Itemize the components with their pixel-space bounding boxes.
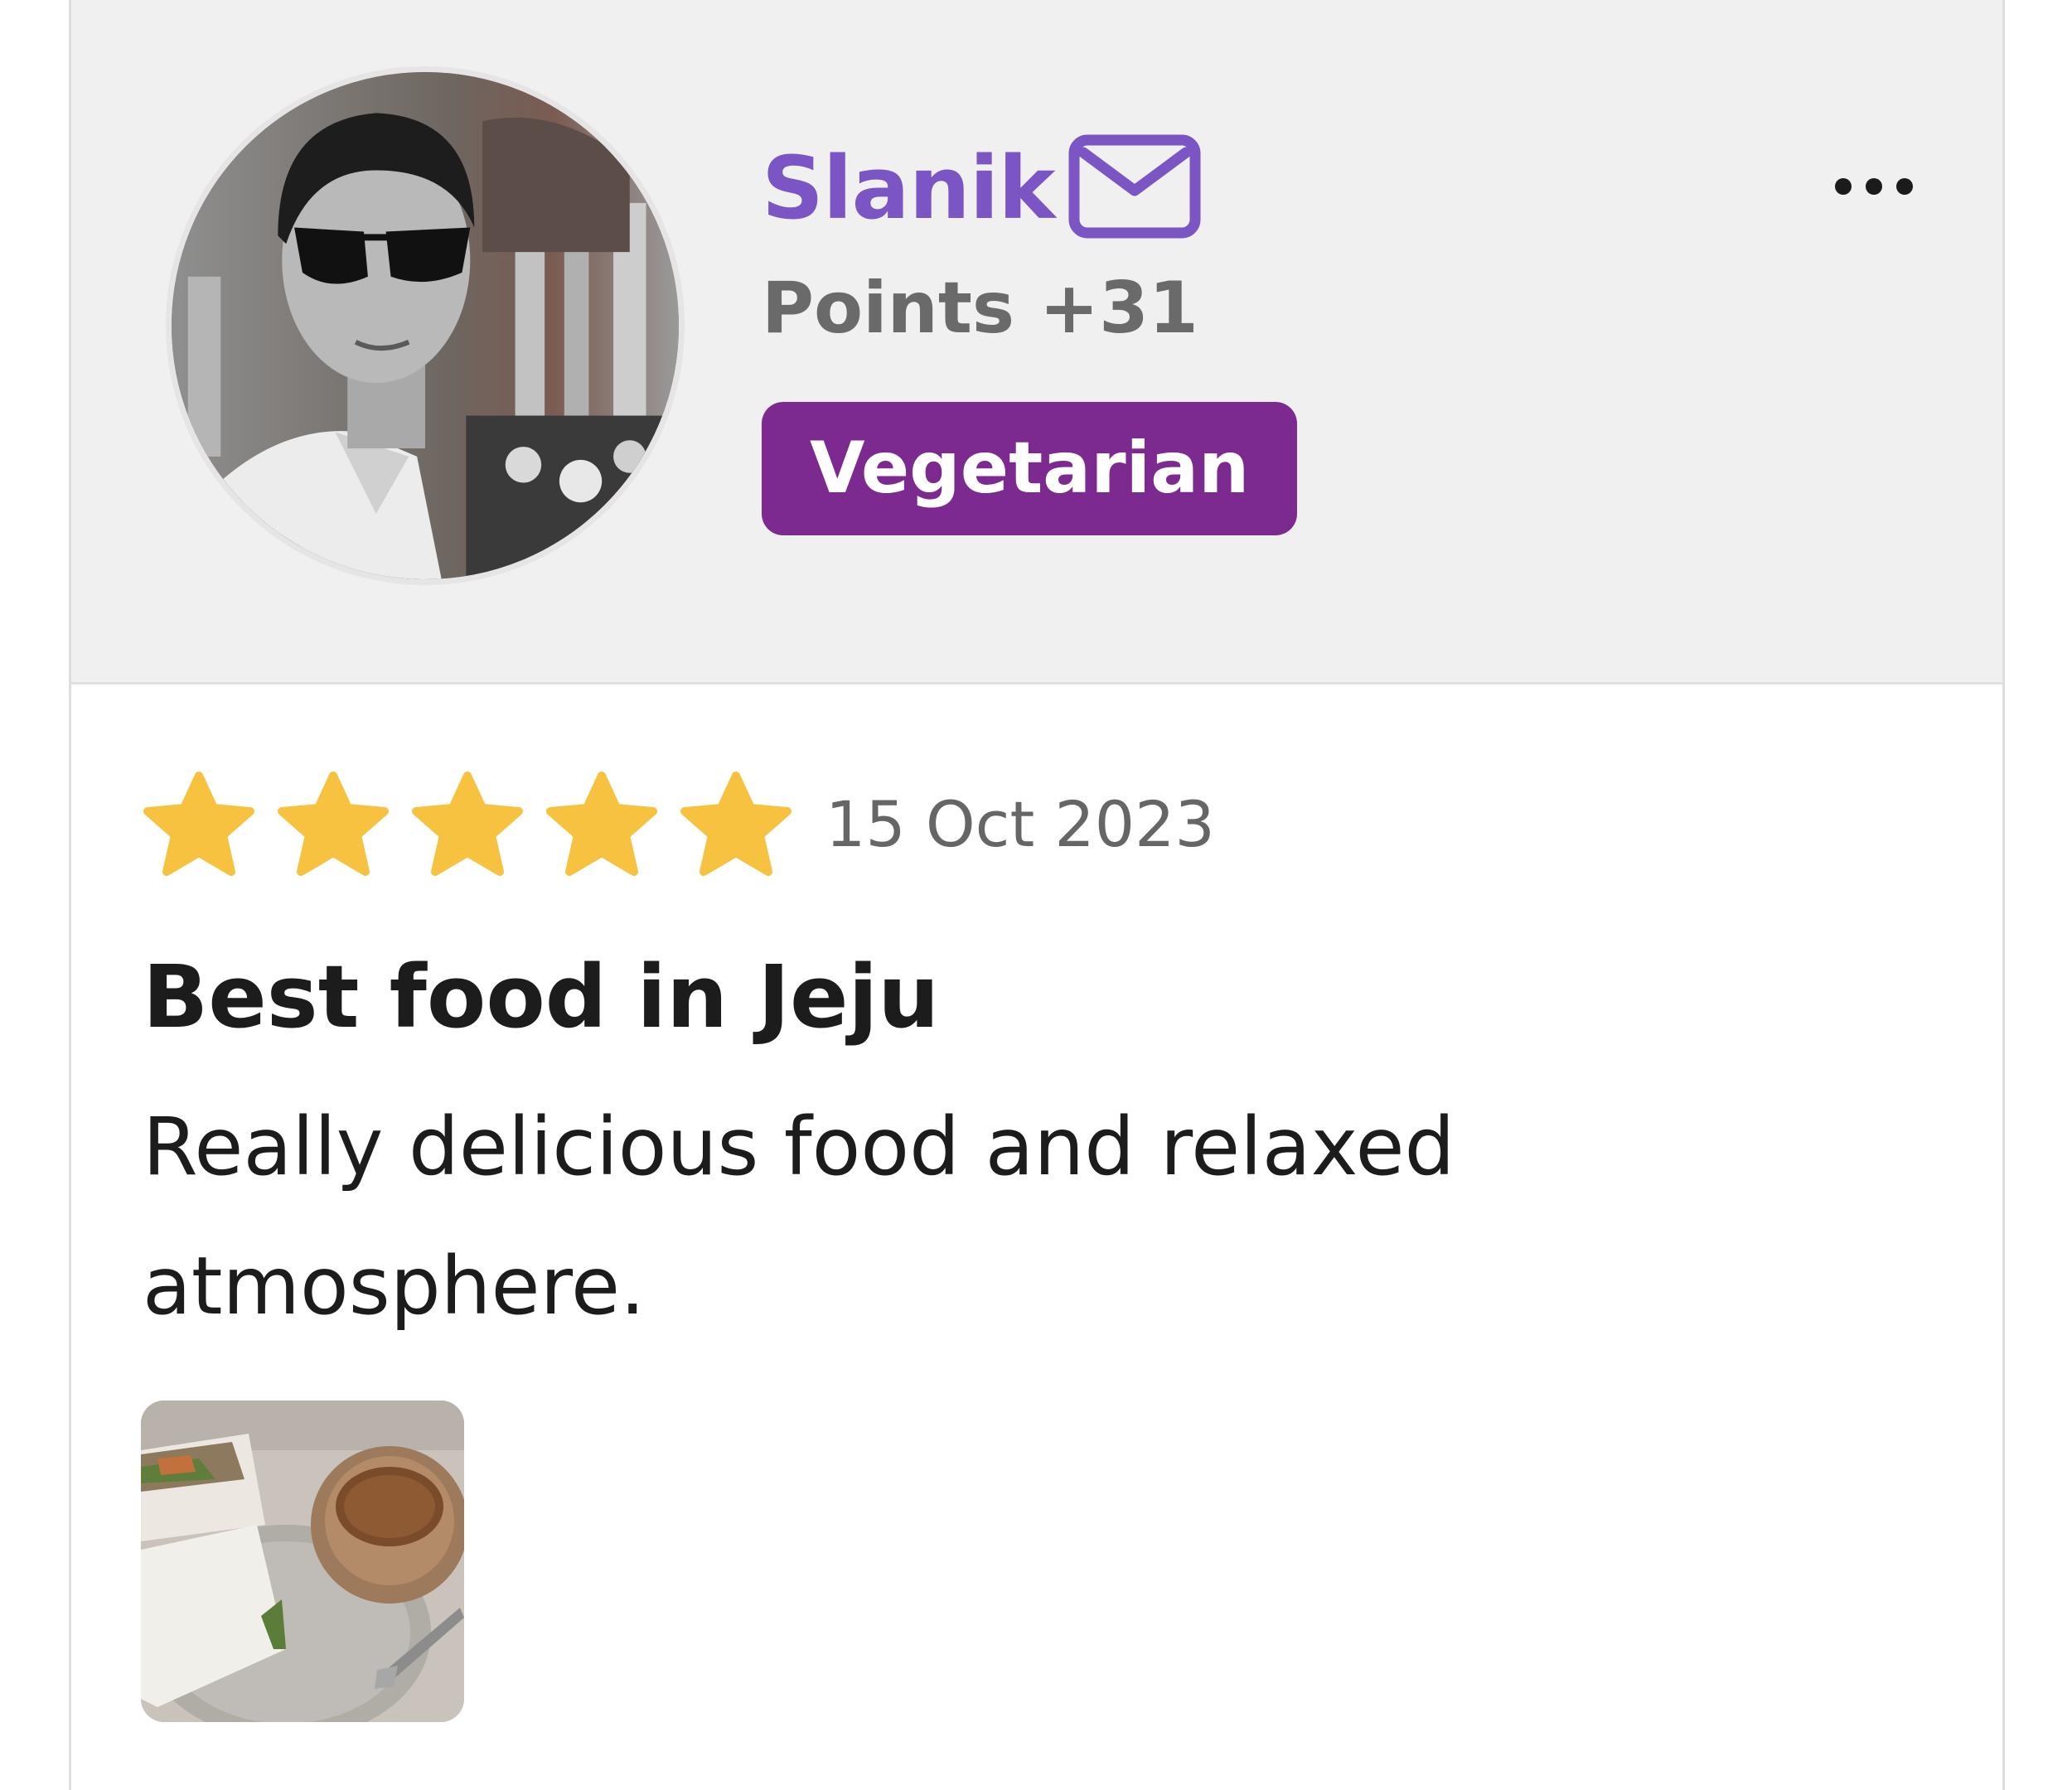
more-horizontal-icon-dot — [1866, 178, 1882, 195]
review-card: Slanik Points +31 Vegetarian 15 Oct 2023… — [69, 0, 2005, 1790]
user-avatar[interactable] — [166, 66, 685, 585]
review-title: Best food in Jeju — [143, 946, 940, 1047]
rating-row: 15 Oct 2023 — [143, 771, 1215, 878]
diet-badge: Vegetarian — [762, 402, 1298, 535]
star-icon — [546, 772, 657, 876]
user-avatar-photo — [172, 72, 679, 579]
star-icon — [278, 772, 389, 876]
user-name[interactable]: Slanik — [762, 126, 1056, 250]
more-options-button[interactable] — [1812, 145, 1936, 228]
star-icon — [143, 772, 254, 876]
review-body: Really delicious food and relaxed atmosp… — [143, 1101, 1455, 1333]
food-photo — [141, 1401, 464, 1722]
review-date: 15 Oct 2023 — [825, 787, 1215, 861]
more-horizontal-icon — [1835, 178, 1852, 195]
star-icon — [412, 772, 523, 876]
more-horizontal-icon-dot — [1896, 178, 1913, 195]
user-points: Points +31 — [762, 267, 1198, 350]
page-background: Slanik Points +31 Vegetarian 15 Oct 2023… — [0, 0, 2072, 1790]
star-icon — [680, 772, 792, 876]
review-photo[interactable] — [141, 1401, 464, 1722]
review-header: Slanik Points +31 Vegetarian — [71, 0, 2002, 685]
star-rating — [143, 771, 792, 878]
mail-icon[interactable] — [1068, 134, 1201, 239]
